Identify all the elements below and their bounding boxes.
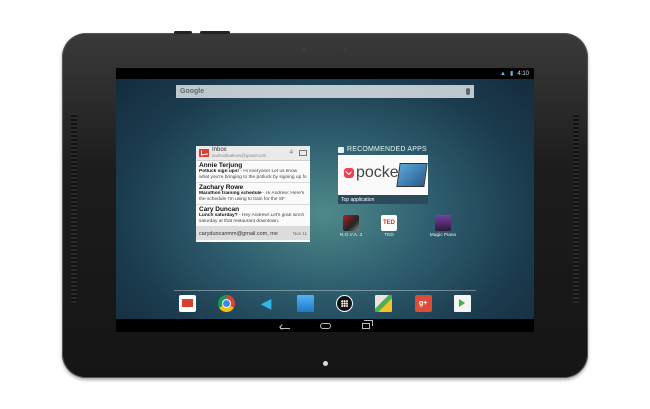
back-icon[interactable] <box>280 322 290 329</box>
microphone-icon[interactable] <box>466 88 470 95</box>
shopping-bag-icon <box>338 146 344 153</box>
app-magic-piano[interactable]: Magic Piano <box>428 215 458 238</box>
left-speaker <box>71 113 77 303</box>
featured-app-name: pocket <box>356 164 404 181</box>
home-screen: ▲ ▮ 4:10 Google Inbox androidnatives@gma… <box>116 68 534 332</box>
message-subject: Marathon training schedule <box>199 191 262 196</box>
battery-icon: ▮ <box>510 71 514 77</box>
featured-app-caption: Top application <box>338 195 428 204</box>
home-icon[interactable] <box>320 323 331 329</box>
right-speaker <box>573 113 579 303</box>
gmail-logo-icon <box>199 149 209 157</box>
ted-icon: TED <box>381 215 397 231</box>
app-label: Magic Piano <box>429 233 457 238</box>
google-plus-icon[interactable]: g+ <box>414 294 432 312</box>
device-illustration <box>396 163 428 187</box>
status-time: 4:10 <box>517 70 529 77</box>
play-books-icon[interactable] <box>296 294 314 312</box>
list-item[interactable]: caryduncanmm@gmail.com, me Nov 11 <box>196 227 310 240</box>
list-item[interactable]: Annie Terjung Potluck sign ups! - Hi eve… <box>196 161 310 183</box>
chrome-icon[interactable] <box>218 294 236 312</box>
app-ted[interactable]: TED TED <box>374 215 404 238</box>
power-button <box>174 31 192 34</box>
google-search-bar[interactable]: Google <box>176 85 474 98</box>
maps-icon[interactable] <box>375 294 393 312</box>
light-sensor <box>343 48 347 52</box>
gmail-widget-header[interactable]: Inbox androidnatives@gmail.com 4 <box>196 146 310 161</box>
app-nova-3[interactable]: N.O.V.A. 3 <box>336 215 366 238</box>
pocket-logo-icon <box>344 168 354 178</box>
recommended-apps-title: RECOMMENDED APPS <box>338 146 427 153</box>
gmail-app-icon[interactable] <box>179 294 196 312</box>
list-item[interactable]: Zachary Rowe Marathon training schedule … <box>196 183 310 205</box>
magic-piano-icon <box>435 215 451 231</box>
recent-apps-icon[interactable] <box>362 320 373 329</box>
compose-icon[interactable] <box>299 150 307 156</box>
wifi-icon: ▲ <box>500 70 506 77</box>
play-store-icon[interactable] <box>453 294 471 312</box>
app-label: N.O.V.A. 3 <box>339 233 363 238</box>
nova-icon <box>343 215 359 231</box>
messenger-icon[interactable]: ◀ <box>258 295 275 312</box>
message-subject: Lunch saturday? <box>199 213 238 218</box>
notification-led <box>323 361 328 366</box>
unread-count: 4 <box>289 150 293 156</box>
message-date: Nov 11 <box>293 231 307 236</box>
navigation-bar <box>116 319 534 332</box>
search-label: Google <box>180 88 205 95</box>
volume-button <box>200 31 230 34</box>
favorites-dock: ◀ g+ <box>179 294 471 312</box>
message-participants: caryduncanmm@gmail.com, me <box>199 230 278 237</box>
dock-divider <box>174 290 476 291</box>
camera <box>302 48 306 52</box>
recommended-apps-heading: RECOMMENDED APPS <box>347 146 427 153</box>
featured-app-pocket[interactable]: pocket Top application <box>338 155 428 204</box>
all-apps-icon[interactable] <box>336 294 354 312</box>
list-item[interactable]: Cary Duncan Lunch saturday? - Hey Andrew… <box>196 205 310 227</box>
message-subject: Potluck sign ups! <box>199 169 239 174</box>
status-bar: ▲ ▮ 4:10 <box>116 68 534 79</box>
app-label: TED <box>384 233 394 238</box>
gmail-account: androidnatives@gmail.com <box>212 153 267 158</box>
gmail-widget[interactable]: Inbox androidnatives@gmail.com 4 Annie T… <box>196 146 310 242</box>
